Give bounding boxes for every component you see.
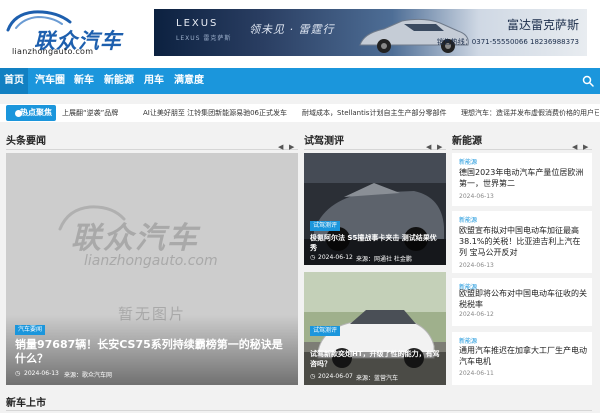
nav-item-satisfaction[interactable]: 满意度 (172, 68, 206, 94)
section-title-test-drive: 试驾测评 (304, 136, 344, 147)
fire-icon (15, 110, 22, 117)
category-tag[interactable]: 汽车要闻 (15, 325, 46, 335)
nav-item-auto-circle[interactable]: 汽车圈 (34, 68, 66, 94)
section-divider (6, 410, 592, 411)
next-arrow-icon[interactable]: ▶ (289, 143, 294, 152)
clock-icon: ◷ (15, 370, 21, 377)
ticker-label: 热点聚焦 (6, 105, 56, 121)
logo-url: lianzhongauto.com (12, 47, 94, 56)
prev-arrow-icon[interactable]: ◀ (426, 143, 431, 152)
ticker-item[interactable]: 耐域成本，Stellantis计划自主生产部分零部件 (302, 104, 450, 122)
category-tag[interactable]: 试驾测评 (310, 326, 341, 336)
section-title-new-energy: 新能源 (452, 136, 482, 147)
section-divider (6, 149, 298, 150)
test-drive-card[interactable]: 试驾测评 极氪阿尔法 S5撞战事卡夹击 测试结果优秀 ◷ 2024-06-12 … (304, 153, 446, 265)
ad-banner[interactable]: LEXUS LEXUS 雷克萨斯 领未见 · 雷霆行 富达雷克萨斯 销售热线：0… (154, 9, 587, 56)
article-source: 来源：网通社 杜金鹏 (356, 256, 412, 263)
clock-icon: ◷ (310, 254, 316, 261)
next-arrow-icon[interactable]: ▶ (583, 143, 588, 152)
article-date: 2024-06-07 (318, 373, 353, 380)
news-title[interactable]: 欧盟宣布拟对中国电动车加征最高38.1%的关税！比亚迪吉利上汽在列 宝马公开反对 (459, 225, 587, 258)
headline-feature-card[interactable]: 联众汽车 lianzhongauto.com 暂无图片 汽车要闻 销量97687… (6, 153, 298, 385)
news-item[interactable]: 新能源 德国2023年电动汽车产量位居欧洲第一，世界第二 2024-06-13 (452, 153, 592, 206)
main-nav: 首页 汽车圈 新车 新能源 用车 满意度 (0, 68, 600, 94)
headline-title[interactable]: 销量97687辆！长安CS75系列持续霸榜第一的秘诀是什么？ (15, 338, 291, 366)
placeholder-url: lianzhongauto.com (84, 253, 218, 269)
car-image-icon (359, 18, 469, 53)
banner-slogan: 领未见 · 雷霆行 (249, 23, 335, 36)
next-arrow-icon[interactable]: ▶ (437, 143, 442, 152)
news-date: 2024-06-13 (459, 193, 494, 200)
site-logo[interactable]: 联众汽车 lianzhongauto.com (4, 8, 154, 60)
hot-news-ticker: 热点聚焦 上展翻“逆袭”品牌 AI让美好朋至 江铃集团新能源易驰06正式发车 耐… (0, 104, 600, 122)
nav-item-home[interactable]: 首页 (0, 68, 28, 94)
section-divider (452, 149, 592, 150)
news-date: 2024-06-13 (459, 262, 494, 269)
nav-item-car-use[interactable]: 用车 (142, 68, 166, 94)
category-tag[interactable]: 试驾测评 (310, 221, 341, 231)
placeholder-logo-text: 联众汽车 (71, 221, 199, 256)
news-title[interactable]: 通用汽车推迟在加拿大工厂生产电动汽车电机 (459, 345, 587, 367)
section-divider (304, 149, 446, 150)
test-drive-title[interactable]: 极氪阿尔法 S5撞战事卡夹击 测试结果优秀 (310, 233, 442, 253)
nav-item-new-energy[interactable]: 新能源 (102, 68, 136, 94)
news-item[interactable]: 新能源 欧盟即将公布对中国电动车征收的关税税率 2024-06-12 (452, 278, 592, 326)
prev-arrow-icon[interactable]: ◀ (572, 143, 577, 152)
clock-icon: ◷ (310, 373, 316, 380)
news-title[interactable]: 欧盟即将公布对中国电动车征收的关税税率 (459, 288, 587, 310)
banner-brand: LEXUS (176, 18, 219, 29)
article-source: 来源：蓝营汽车 (356, 375, 399, 382)
article-date: 2024-06-12 (318, 254, 353, 261)
test-drive-card[interactable]: 试驾测评 试驾新款奕炮HT，升级了性的能力，有驾咨吗？ ◷ 2024-06-07… (304, 272, 446, 385)
test-drive-title[interactable]: 试驾新款奕炮HT，升级了性的能力，有驾咨吗？ (310, 349, 442, 369)
news-item[interactable]: 新能源 欧盟宣布拟对中国电动车加征最高38.1%的关税！比亚迪吉利上汽在列 宝马… (452, 211, 592, 273)
section-title-new-cars: 新车上市 (6, 398, 46, 409)
article-source: 来源：歌众汽车网 (64, 372, 113, 379)
ticker-item[interactable]: AI让美好朋至 江铃集团新能源易驰06正式发车 (143, 104, 295, 122)
ticker-item[interactable]: 上展翻“逆袭”品牌 (62, 104, 132, 122)
ticker-item[interactable]: 理想汽车：造谣并发布虚假消费价格的用户已经被 (461, 104, 599, 122)
article-date: 2024-06-13 (24, 370, 59, 377)
ticker-label-text: 热点聚焦 (20, 108, 52, 117)
banner-phone: 销售热线：0371-55550066 18236988373 (436, 38, 579, 46)
news-date: 2024-06-12 (459, 311, 494, 318)
news-tag[interactable]: 新能源 (459, 215, 477, 224)
news-tag[interactable]: 新能源 (459, 157, 477, 166)
news-date: 2024-06-11 (459, 370, 494, 377)
search-icon[interactable] (582, 75, 594, 87)
news-item[interactable]: 新能源 通用汽车推迟在加拿大工厂生产电动汽车电机 2024-06-11 (452, 332, 592, 385)
nav-item-new-cars[interactable]: 新车 (72, 68, 96, 94)
prev-arrow-icon[interactable]: ◀ (278, 143, 283, 152)
banner-dealer: 富达雷克萨斯 (506, 18, 579, 32)
site-header: 联众汽车 lianzhongauto.com LEXUS LEXUS 雷克萨斯 … (0, 0, 600, 68)
news-tag[interactable]: 新能源 (459, 336, 477, 345)
news-title[interactable]: 德国2023年电动汽车产量位居欧洲第一，世界第二 (459, 167, 587, 189)
banner-brand-sub: LEXUS 雷克萨斯 (176, 35, 232, 42)
section-title-headline: 头条要闻 (6, 136, 46, 147)
